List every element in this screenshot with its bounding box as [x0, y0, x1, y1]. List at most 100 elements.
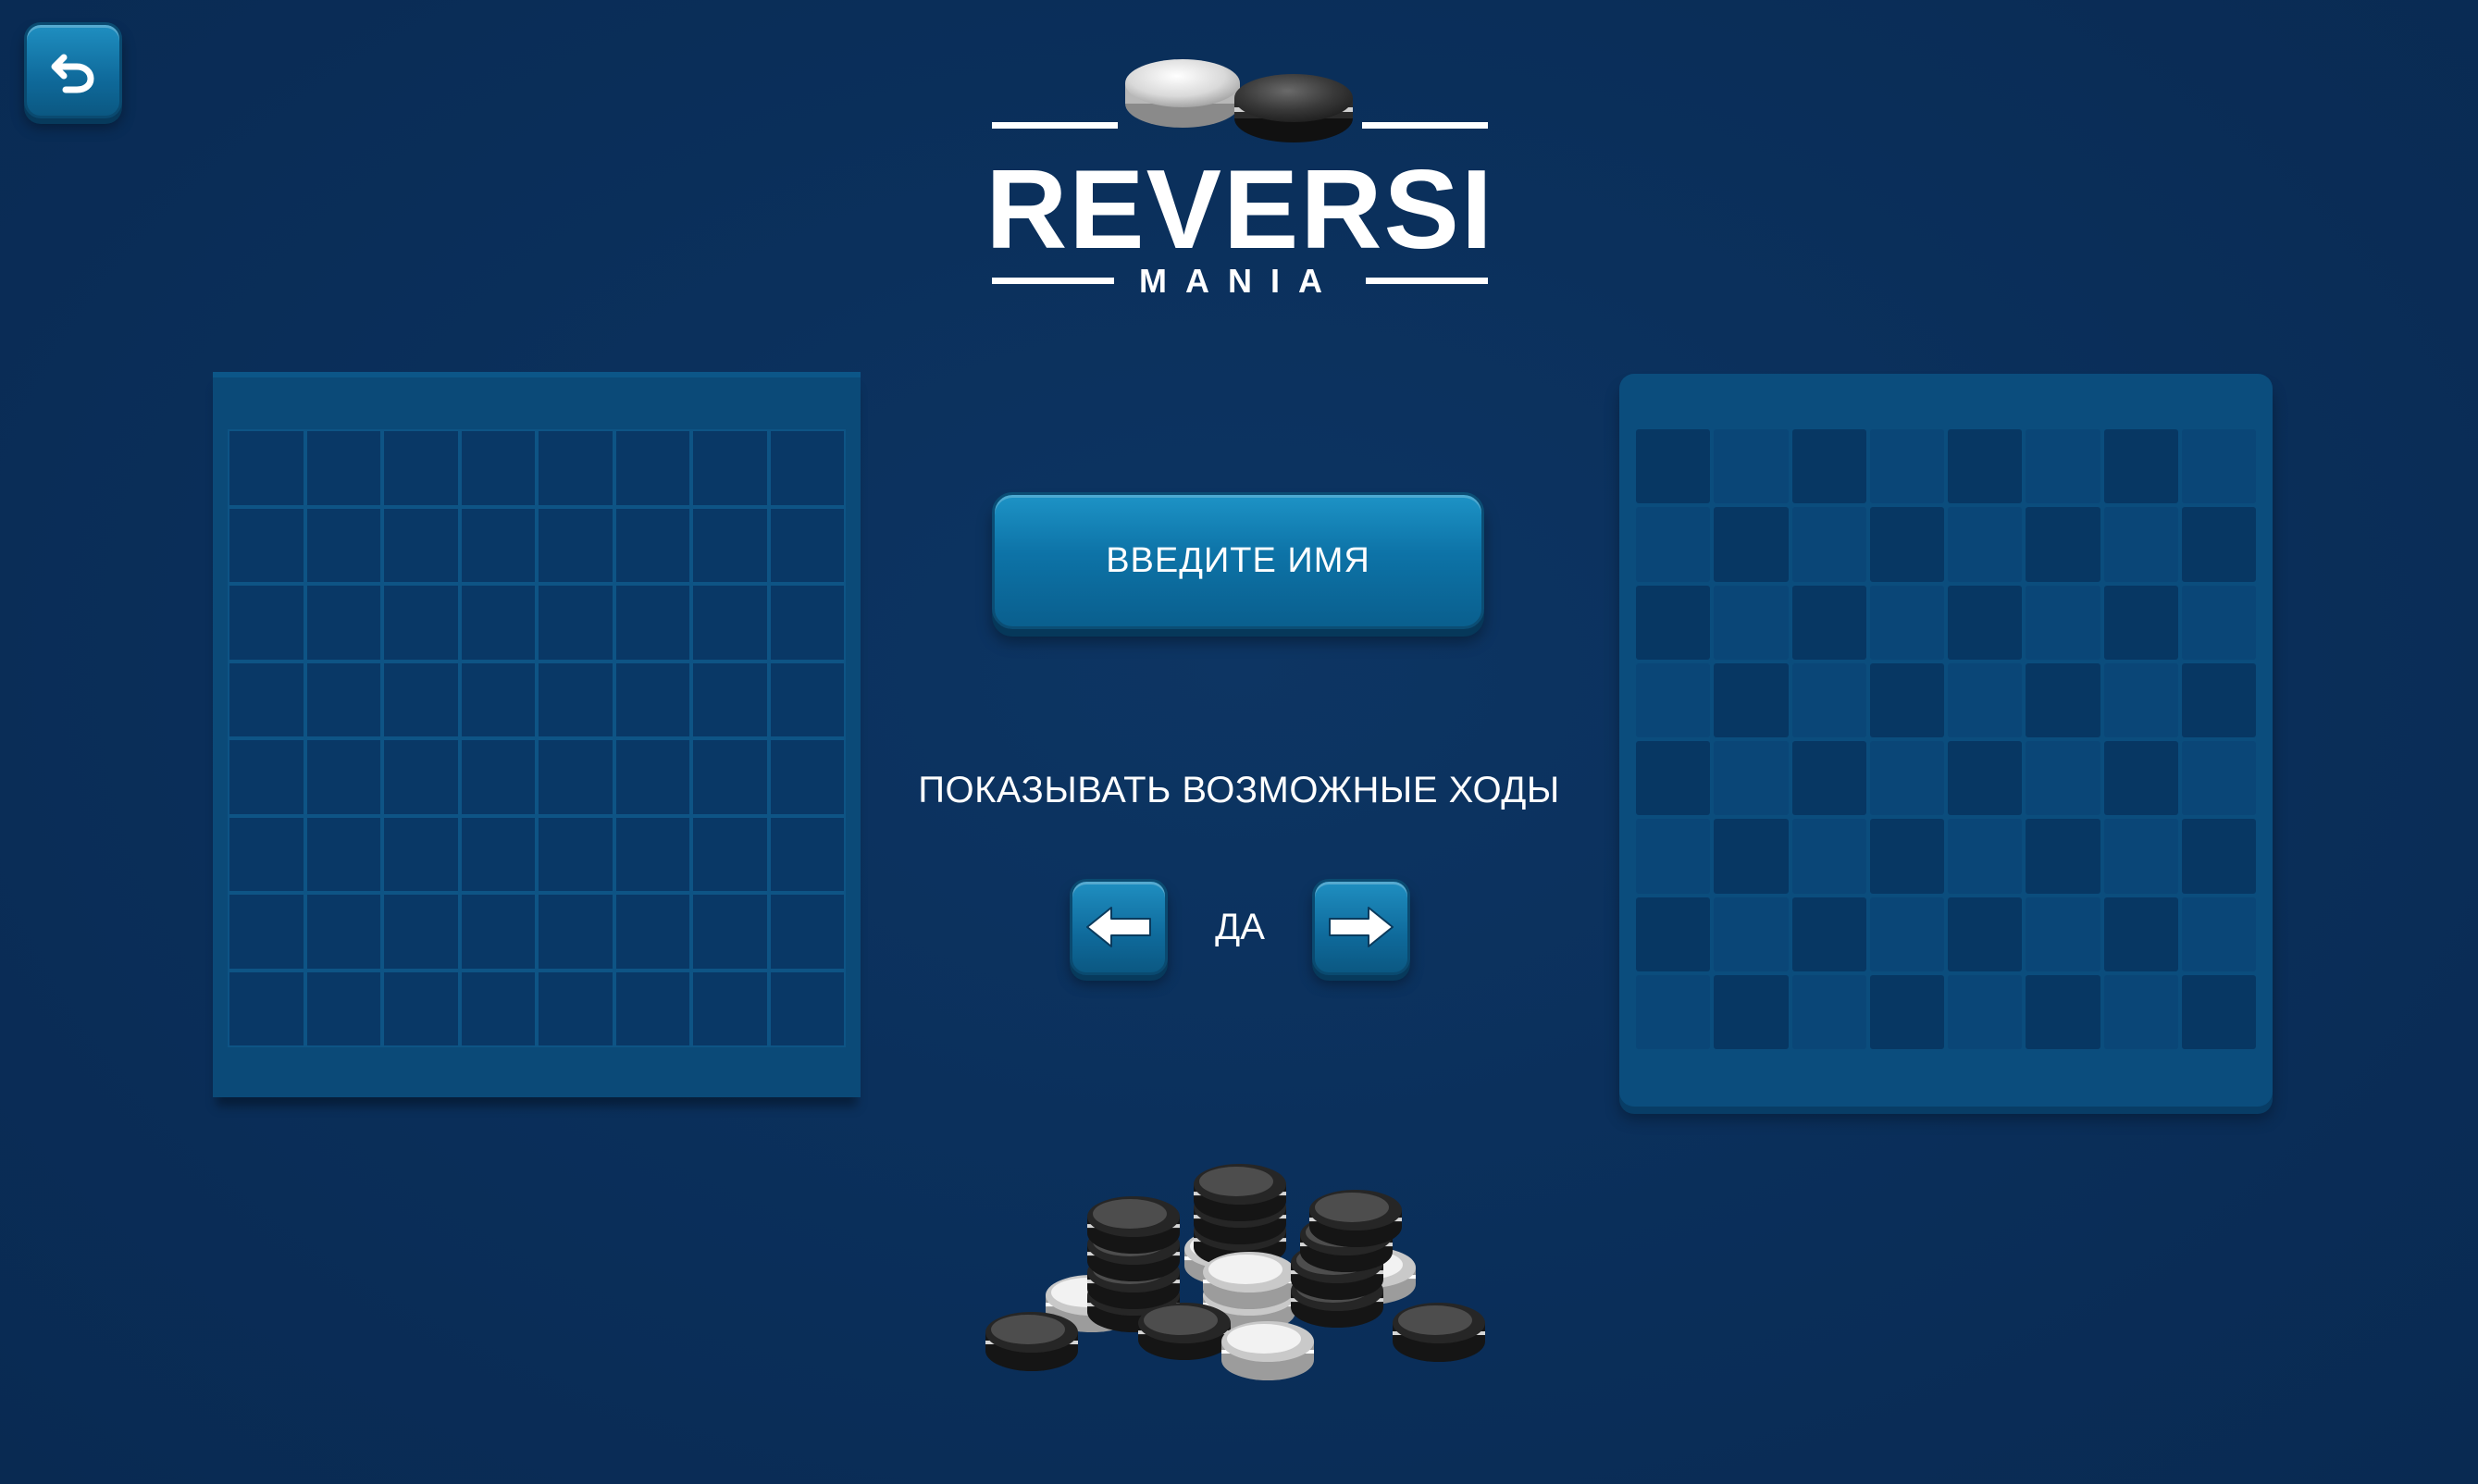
board-cell: [459, 738, 537, 816]
board-cell: [768, 429, 846, 507]
board-cell: [691, 970, 769, 1047]
board-cell: [2103, 741, 2178, 816]
board-cell: [2181, 897, 2256, 971]
board-cell: [1948, 662, 2023, 737]
reversi-mania-logo: REVERSI MANIA: [981, 37, 1499, 305]
board-cell: [768, 584, 846, 662]
board-cell: [1791, 974, 1866, 1049]
board-cell: [228, 506, 305, 584]
board-cell: [2103, 819, 2178, 894]
board-cell: [1714, 507, 1789, 582]
board-grid-classic: [228, 429, 846, 1047]
board-cell: [691, 661, 769, 738]
black-chip: [1138, 1303, 1231, 1360]
board-cell: [1636, 974, 1711, 1049]
board-cell: [1714, 974, 1789, 1049]
board-cell: [228, 815, 305, 893]
board-cell: [2026, 585, 2100, 660]
board-cell: [1791, 819, 1866, 894]
board-cell: [2026, 507, 2100, 582]
board-cell: [691, 429, 769, 507]
white-chip: [1203, 1252, 1295, 1309]
show-moves-prev-button[interactable]: [1070, 879, 1168, 975]
board-cell: [613, 661, 691, 738]
board-cell: [537, 429, 614, 507]
board-cell: [382, 893, 460, 971]
board-cell: [459, 815, 537, 893]
board-cell: [304, 429, 382, 507]
board-cell: [768, 506, 846, 584]
board-cell: [459, 661, 537, 738]
board-cell: [382, 738, 460, 816]
back-button[interactable]: [24, 22, 122, 118]
board-cell: [304, 738, 382, 816]
logo-subtitle: MANIA: [1139, 262, 1341, 300]
board-cell: [613, 815, 691, 893]
board-cell: [537, 815, 614, 893]
board-cell: [537, 738, 614, 816]
board-cell: [228, 738, 305, 816]
show-moves-next-button[interactable]: [1312, 879, 1410, 975]
board-cell: [1869, 741, 1944, 816]
board-theme-checkered[interactable]: [1619, 374, 2273, 1107]
show-moves-label: ПОКАЗЫВАТЬ ВОЗМОЖНЫЕ ХОДЫ: [918, 770, 1560, 810]
board-cell: [304, 584, 382, 662]
board-cell: [768, 893, 846, 971]
board-cell: [2181, 662, 2256, 737]
board-cell: [382, 584, 460, 662]
board-cell: [613, 429, 691, 507]
board-cell: [1869, 429, 1944, 504]
board-cell: [459, 970, 537, 1047]
board-cell: [2103, 974, 2178, 1049]
board-cell: [2103, 507, 2178, 582]
board-cell: [1636, 819, 1711, 894]
board-cell: [2103, 897, 2178, 971]
board-cell: [691, 815, 769, 893]
board-cell: [1714, 819, 1789, 894]
board-cell: [768, 970, 846, 1047]
board-cell: [537, 506, 614, 584]
board-cell: [2026, 897, 2100, 971]
board-cell: [382, 661, 460, 738]
board-cell: [228, 970, 305, 1047]
board-cell: [2181, 507, 2256, 582]
enter-name-label: ВВЕДИТЕ ИМЯ: [1106, 540, 1370, 580]
settings-screen: REVERSI MANIA ВВЕДИТЕ ИМЯ ПОКАЗЫВАТЬ ВОЗ…: [0, 0, 2478, 1484]
board-cell: [1948, 819, 2023, 894]
board-cell: [1948, 429, 2023, 504]
black-chip: [1087, 1196, 1180, 1254]
board-cell: [304, 893, 382, 971]
board-cell: [382, 429, 460, 507]
board-cell: [1636, 585, 1711, 660]
board-cell: [1869, 585, 1944, 660]
board-cell: [1791, 429, 1866, 504]
board-cell: [304, 661, 382, 738]
board-theme-classic[interactable]: [213, 372, 861, 1097]
board-cell: [2103, 585, 2178, 660]
board-cell: [613, 738, 691, 816]
board-cell: [768, 738, 846, 816]
white-chip: [1221, 1321, 1314, 1380]
board-cell: [1714, 741, 1789, 816]
board-cell: [459, 506, 537, 584]
board-cell: [228, 584, 305, 662]
board-cell: [1948, 741, 2023, 816]
board-cell: [1869, 662, 1944, 737]
board-cell: [1791, 662, 1866, 737]
board-cell: [613, 584, 691, 662]
enter-name-button[interactable]: ВВЕДИТЕ ИМЯ: [992, 492, 1484, 629]
board-cell: [228, 893, 305, 971]
board-cell: [228, 661, 305, 738]
board-cell: [459, 893, 537, 971]
black-chip: [1194, 1164, 1286, 1221]
board-cell: [1869, 819, 1944, 894]
board-cell: [1948, 897, 2023, 971]
board-cell: [1714, 429, 1789, 504]
board-cell: [2026, 819, 2100, 894]
board-cell: [1714, 585, 1789, 660]
arrow-right-icon: [1329, 907, 1394, 947]
chip-pile-illustration: [972, 1156, 1508, 1388]
black-chip: [1393, 1303, 1485, 1362]
board-cell: [691, 893, 769, 971]
board-cell: [2026, 974, 2100, 1049]
